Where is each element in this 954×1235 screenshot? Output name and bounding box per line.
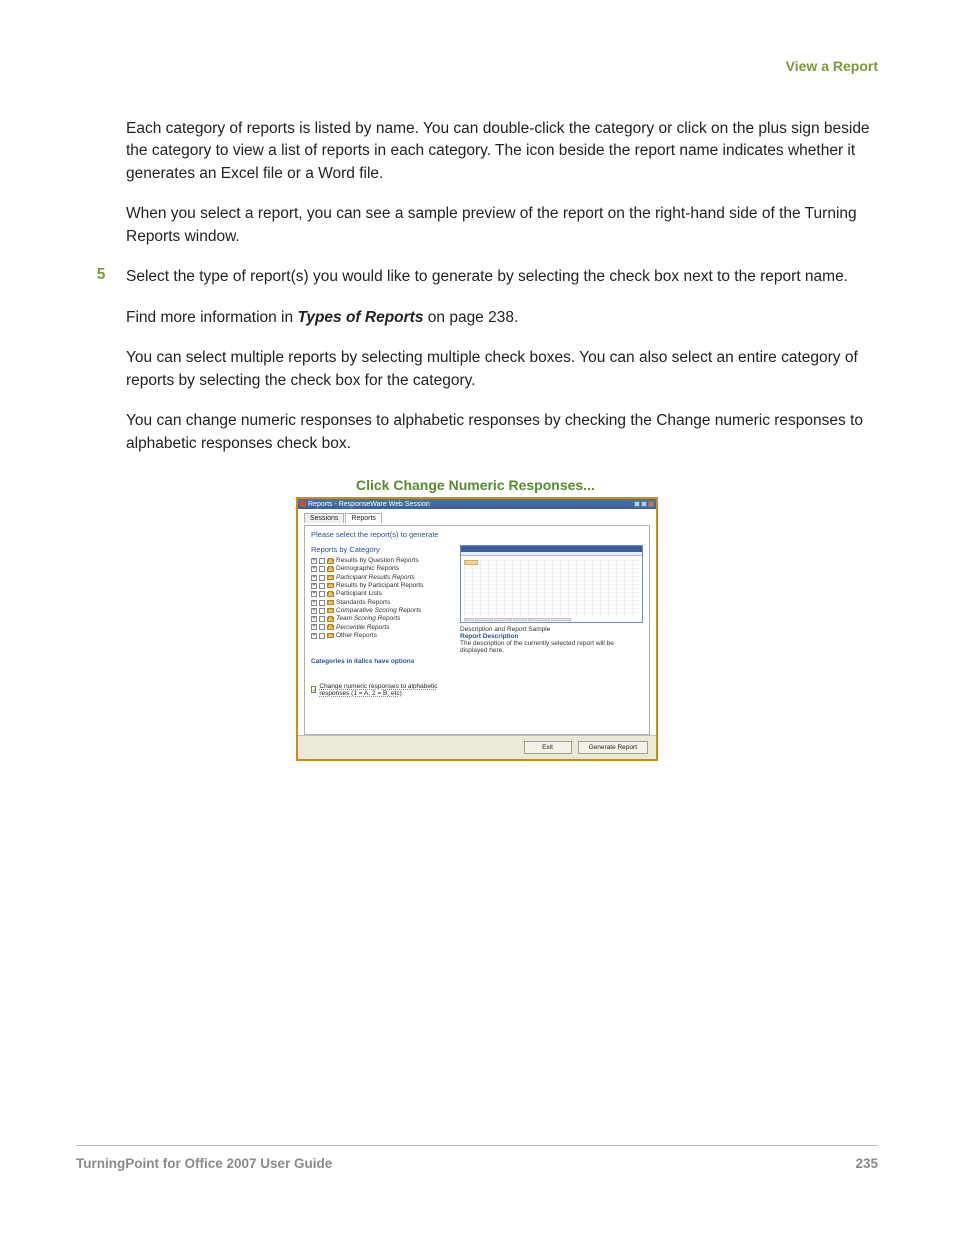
expand-icon[interactable]: + xyxy=(311,583,317,589)
crossref-prefix: Find more information in xyxy=(126,309,297,326)
change-numeric-label: Change numeric responses to alphabetic r… xyxy=(319,683,456,697)
tree-checkbox[interactable] xyxy=(319,591,325,597)
paragraph-numeric-responses: You can change numeric responses to alph… xyxy=(126,410,878,455)
tree-item-label: Team Scoring Reports xyxy=(336,615,400,623)
tree-item-label: Other Reports xyxy=(336,632,377,640)
tab-sessions[interactable]: Sessions xyxy=(304,513,344,523)
window-titlebar: Reports - ResponseWare Web Session xyxy=(298,499,656,509)
paragraph-intro-1: Each category of reports is listed by na… xyxy=(126,118,878,185)
tree-item[interactable]: + Participant Results Reports xyxy=(311,574,456,582)
tree-item-label: Results by Participant Reports xyxy=(336,582,423,590)
footer-guide-title: TurningPoint for Office 2007 User Guide xyxy=(76,1156,332,1171)
expand-icon[interactable]: + xyxy=(311,575,317,581)
folder-icon xyxy=(327,575,334,580)
tree-item[interactable]: + Demographic Reports xyxy=(311,565,456,573)
crossref-link[interactable]: Types of Reports xyxy=(297,309,423,326)
expand-icon[interactable]: + xyxy=(311,616,317,622)
instruction-text: Please select the report(s) to generate xyxy=(311,530,643,539)
exit-button[interactable]: Exit xyxy=(524,741,572,754)
tree-item-label: Standards Reports xyxy=(336,599,390,607)
reports-by-category-label: Reports by Category xyxy=(311,545,456,554)
folder-icon xyxy=(327,592,334,597)
maximize-icon[interactable] xyxy=(641,501,647,507)
folder-icon xyxy=(327,608,334,613)
report-preview xyxy=(460,545,643,623)
paragraph-multi-select: You can select multiple reports by selec… xyxy=(126,347,878,392)
tree-item-label: Participant Lists xyxy=(336,590,382,598)
expand-icon[interactable]: + xyxy=(311,608,317,614)
change-numeric-checkbox[interactable] xyxy=(311,686,316,693)
tree-checkbox[interactable] xyxy=(319,624,325,630)
paragraph-crossref: Find more information in Types of Report… xyxy=(126,307,878,329)
tree-item[interactable]: + Results by Participant Reports xyxy=(311,582,456,590)
tree-item[interactable]: + Participant Lists xyxy=(311,590,456,598)
tree-checkbox[interactable] xyxy=(319,600,325,606)
expand-icon[interactable]: + xyxy=(311,624,317,630)
step-5-text: Select the type of report(s) you would l… xyxy=(126,266,848,288)
expand-icon[interactable]: + xyxy=(311,566,317,572)
tree-item-label: Percentile Reports xyxy=(336,624,389,632)
expand-icon[interactable]: + xyxy=(311,591,317,597)
app-icon xyxy=(300,501,306,507)
folder-icon xyxy=(327,567,334,572)
crossref-suffix: on page 238. xyxy=(423,309,518,326)
tree-checkbox[interactable] xyxy=(319,583,325,589)
generate-report-button[interactable]: Generate Report xyxy=(578,741,648,754)
minimize-icon[interactable] xyxy=(634,501,640,507)
expand-icon[interactable]: + xyxy=(311,633,317,639)
tree-item-label: Comparative Scoring Reports xyxy=(336,607,421,615)
tree-checkbox[interactable] xyxy=(319,633,325,639)
folder-icon xyxy=(327,625,334,630)
close-icon[interactable] xyxy=(648,501,654,507)
expand-icon[interactable]: + xyxy=(311,600,317,606)
tree-item[interactable]: + Results by Question Reports xyxy=(311,557,456,565)
tree-item[interactable]: + Percentile Reports xyxy=(311,624,456,632)
tree-item-label: Results by Question Reports xyxy=(336,557,419,565)
footer-page-number: 235 xyxy=(855,1156,878,1171)
window-title: Reports - ResponseWare Web Session xyxy=(308,501,430,508)
tree-item-label: Participant Results Reports xyxy=(336,574,415,582)
folder-icon xyxy=(327,600,334,605)
tree-checkbox[interactable] xyxy=(319,608,325,614)
category-tree: + Results by Question Reports + Demographic… xyxy=(311,557,456,639)
tree-item[interactable]: + Comparative Scoring Reports xyxy=(311,607,456,615)
tree-item-label: Demographic Reports xyxy=(336,565,399,573)
tree-item[interactable]: + Other Reports xyxy=(311,632,456,640)
header-section-link[interactable]: View a Report xyxy=(76,58,878,74)
reports-window: Reports - ResponseWare Web Session Sessi… xyxy=(296,497,658,761)
tree-item[interactable]: + Team Scoring Reports xyxy=(311,615,456,623)
desc-sample-label: Description and Report Sample xyxy=(460,626,643,633)
tree-checkbox[interactable] xyxy=(319,575,325,581)
tree-checkbox[interactable] xyxy=(319,558,325,564)
tree-item[interactable]: + Standards Reports xyxy=(311,599,456,607)
expand-icon[interactable]: + xyxy=(311,558,317,564)
desc-report-description-label: Report Description xyxy=(460,633,643,640)
step-number-5: 5 xyxy=(76,266,126,284)
folder-icon xyxy=(327,583,334,588)
tree-checkbox[interactable] xyxy=(319,616,325,622)
folder-icon xyxy=(327,559,334,564)
tree-checkbox[interactable] xyxy=(319,566,325,572)
desc-placeholder-text: The description of the currently selecte… xyxy=(460,640,643,654)
figure-caption: Click Change Numeric Responses... xyxy=(356,477,878,493)
paragraph-intro-2: When you select a report, you can see a … xyxy=(126,203,878,248)
italics-options-note: Categories in italics have options xyxy=(311,658,456,665)
folder-icon xyxy=(327,617,334,622)
folder-icon xyxy=(327,633,334,638)
tab-reports[interactable]: Reports xyxy=(345,513,382,523)
